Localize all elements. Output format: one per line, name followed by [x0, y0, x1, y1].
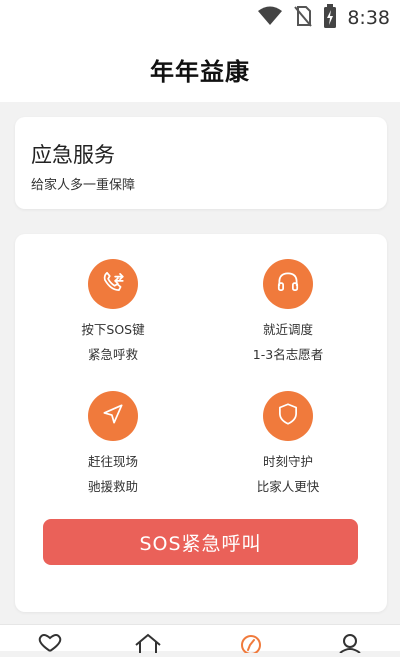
feature-line1: 赶往现场 [87, 454, 138, 469]
feature-line1: 按下SOS键 [81, 322, 145, 337]
feature-icon-circle [263, 259, 313, 309]
feature-dispatch: 就近调度 1-3名志愿者 [213, 259, 363, 363]
status-time: 8:38 [347, 7, 390, 29]
wifi-icon [257, 5, 283, 31]
page-title: 年年益康 [150, 57, 250, 86]
status-bar: 8:38 [0, 0, 400, 36]
feature-line2: 比家人更快 [256, 479, 320, 494]
service-title: 应急服务 [31, 143, 115, 167]
compass-icon [236, 633, 266, 655]
tab-home[interactable] [133, 633, 163, 653]
feature-icon-circle [88, 259, 138, 309]
heart-icon [35, 633, 65, 653]
profile-icon [335, 633, 365, 654]
feature-line1: 就近调度 [262, 322, 313, 337]
headset-icon [275, 269, 301, 299]
no-sim-icon [293, 5, 313, 31]
tab-discover[interactable] [236, 633, 266, 655]
app-header: 年年益康 [0, 36, 400, 102]
feature-icon-circle [263, 391, 313, 441]
feature-rescue: 赶往现场 驰援救助 [38, 391, 188, 495]
home-icon [133, 633, 163, 653]
navigation-icon [100, 401, 126, 431]
feature-guard: 时刻守护 比家人更快 [213, 391, 363, 495]
status-icons: 8:38 [257, 4, 390, 32]
phone-forward-icon [100, 269, 126, 299]
shield-icon [275, 401, 301, 431]
sos-call-button[interactable]: SOS紧急呼叫 [43, 519, 358, 565]
feature-line1: 时刻守护 [262, 454, 313, 469]
service-subtitle: 给家人多一重保障 [31, 178, 136, 193]
feature-line2: 1-3名志愿者 [252, 347, 324, 362]
emergency-service-card: 应急服务 给家人多一重保障 [15, 117, 387, 209]
feature-line2: 紧急呼救 [87, 347, 138, 362]
tab-health[interactable] [35, 633, 65, 653]
tab-profile[interactable] [335, 633, 365, 654]
battery-icon [323, 4, 337, 32]
feature-sos-call: 按下SOS键 紧急呼救 [38, 259, 188, 363]
bottom-tab-bar [0, 624, 400, 655]
feature-icon-circle [88, 391, 138, 441]
features-card: 按下SOS键 紧急呼救 就近调度 1-3名志愿者 赶往现场 驰援救助 时刻守护 … [15, 234, 387, 612]
feature-line2: 驰援救助 [87, 479, 138, 494]
